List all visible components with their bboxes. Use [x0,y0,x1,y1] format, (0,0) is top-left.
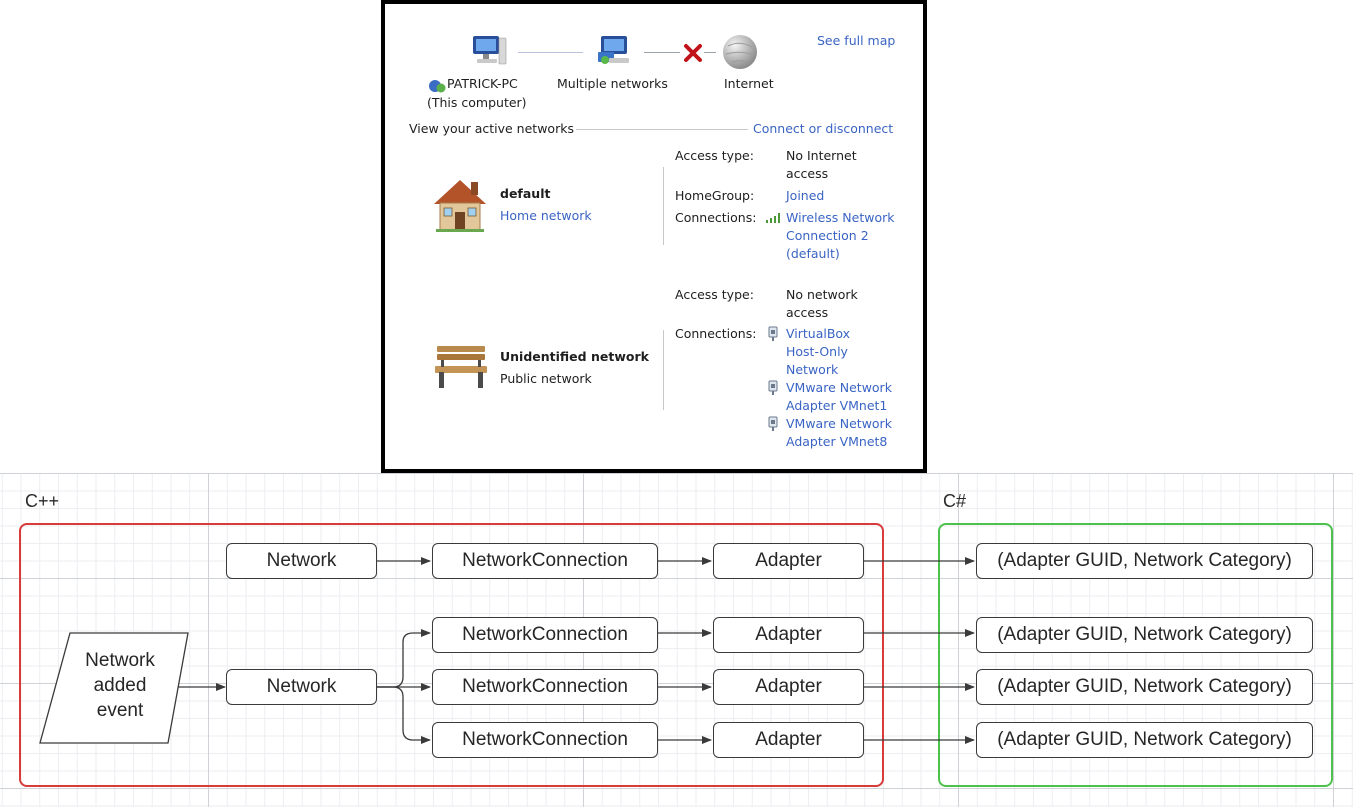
access-type-value-2: No network [786,287,858,302]
network-category-2: Public network [500,371,592,386]
wireless-connection-link-line3[interactable]: (default) [786,246,840,261]
network-category-link[interactable]: Home network [500,208,592,223]
connections-label: Connections: [675,210,757,225]
event-line: added [93,675,147,696]
adapter-node: Adapter [713,669,864,705]
internet-label: Internet [724,76,774,91]
network-connection-node: NetworkConnection [432,669,658,705]
network-name-2: Unidentified network [500,349,649,364]
wifi-signal-icon [766,213,780,223]
active-networks-header: View your active networks [409,121,574,136]
network-node-2: Network [226,669,377,705]
access-type-value: No Internet [786,148,857,163]
virtualbox-connection-link-line3[interactable]: Network [786,362,838,377]
disconnected-x-icon [684,44,702,62]
multiple-networks-label: Multiple networks [557,76,668,91]
network-node: Network [226,543,377,579]
network-center-screenshot: See full map PATRICK-PC (This computer) … [381,0,927,473]
network-name: default [500,186,551,201]
access-type-value-line2: access [786,166,829,181]
computer-icon [473,36,507,65]
connections-label-2: Connections: [675,326,757,341]
connect-or-disconnect-link[interactable]: Connect or disconnect [753,121,893,136]
network-added-event: Network added event [58,648,182,723]
adapter-guid-tuple-node: (Adapter GUID, Network Category) [976,617,1313,653]
multiple-networks-icon [598,36,629,64]
architecture-diagram: C++ C# Network added event Network Netwo… [0,473,1353,807]
virtualbox-connection-link-line2[interactable]: Host-Only [786,344,848,359]
wireless-connection-link[interactable]: Wireless Network [786,210,894,225]
adapter-guid-tuple-node: (Adapter GUID, Network Category) [976,669,1313,705]
access-type-label: Access type: [675,148,754,163]
event-line: Network [85,650,155,671]
ethernet-adapter-icon [768,326,778,341]
vmnet1-connection-link-line2[interactable]: Adapter VMnet1 [786,398,887,413]
computer-name: PATRICK-PC [447,76,518,91]
user-network-icon [429,80,446,93]
adapter-guid-tuple-node: (Adapter GUID, Network Category) [976,543,1313,579]
home-network-icon [434,180,486,232]
adapter-node: Adapter [713,722,864,758]
homegroup-label: HomeGroup: [675,188,755,203]
public-network-bench-icon [435,346,487,388]
virtualbox-connection-link[interactable]: VirtualBox [786,326,850,341]
wireless-connection-link-line2[interactable]: Connection 2 [786,228,869,243]
adapter-node: Adapter [713,617,864,653]
network-connection-node: NetworkConnection [432,543,658,579]
ethernet-adapter-icon [768,416,778,431]
network-connection-node: NetworkConnection [432,722,658,758]
event-line: event [96,700,144,721]
network-connection-node: NetworkConnection [432,617,658,653]
vmnet8-connection-link-line2[interactable]: Adapter VMnet8 [786,434,887,449]
computer-subtitle: (This computer) [427,95,527,110]
access-type-label-2: Access type: [675,287,754,302]
homegroup-joined-link[interactable]: Joined [786,188,824,203]
adapter-node: Adapter [713,543,864,579]
access-type-value-2-line2: access [786,305,829,320]
ethernet-adapter-icon [768,380,778,395]
globe-icon [723,35,757,69]
vmnet8-connection-link[interactable]: VMware Network [786,416,892,431]
adapter-guid-tuple-node: (Adapter GUID, Network Category) [976,722,1313,758]
see-full-map-link[interactable]: See full map [817,33,895,48]
vmnet1-connection-link[interactable]: VMware Network [786,380,892,395]
